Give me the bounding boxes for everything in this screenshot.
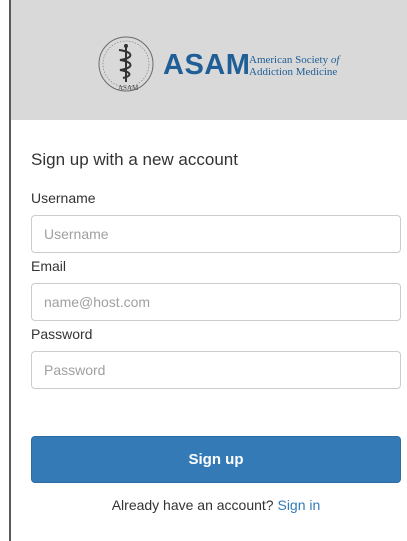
signin-prompt: Already have an account? Sign in: [31, 497, 401, 513]
password-input[interactable]: [31, 351, 401, 389]
password-label: Password: [31, 326, 93, 342]
email-label: Email: [31, 258, 67, 274]
signup-button[interactable]: Sign up: [31, 436, 401, 483]
logo-subtitle-of: of: [330, 54, 340, 66]
email-input[interactable]: [31, 283, 401, 321]
logo-subtitle-line2: Addiction Medicine: [249, 66, 338, 78]
username-label: Username: [31, 190, 96, 206]
username-input[interactable]: [31, 215, 401, 253]
seal-text: ASAM: [118, 84, 139, 92]
header-banner: ASAM ASAM American Society of Addiction …: [11, 0, 407, 120]
logo-subtitle-prefix: American Society: [249, 54, 331, 66]
asam-wordmark: ASAM: [163, 49, 251, 81]
asam-logo: ASAM ASAM American Society of Addiction …: [96, 34, 356, 94]
form-title: Sign up with a new account: [31, 150, 238, 169]
signup-page: ASAM ASAM American Society of Addiction …: [0, 0, 407, 541]
signin-link[interactable]: Sign in: [277, 497, 320, 513]
logo-subtitle: American Society of Addiction Medicine: [249, 54, 339, 78]
asam-seal-icon: ASAM: [98, 36, 154, 92]
signin-prompt-text: Already have an account?: [111, 497, 278, 513]
